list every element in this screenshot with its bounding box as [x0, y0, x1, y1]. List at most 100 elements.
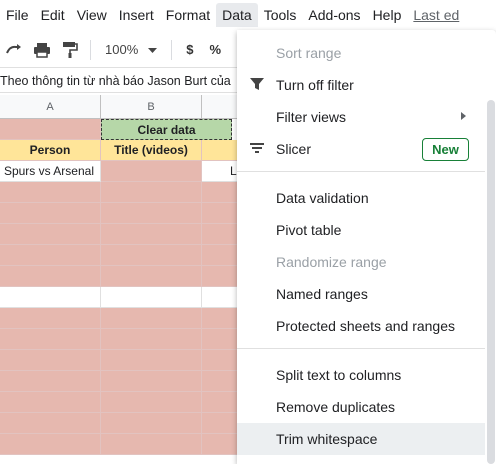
grid-cell[interactable] [202, 413, 242, 434]
grid-cell[interactable] [101, 266, 202, 287]
grid-cell[interactable] [202, 203, 242, 224]
grid-cell[interactable] [101, 434, 202, 455]
grid-cell[interactable] [0, 203, 101, 224]
clear-data-button[interactable]: Clear data [101, 119, 232, 140]
table-row [0, 245, 242, 266]
grid-cell[interactable] [0, 434, 101, 455]
grid-cell[interactable] [202, 182, 242, 203]
new-badge: New [422, 138, 469, 161]
table-row [0, 329, 242, 350]
grid-cell[interactable] [101, 413, 202, 434]
table-row [0, 203, 242, 224]
grid-cell[interactable] [202, 266, 242, 287]
menu-item-label: Split text to columns [276, 367, 402, 383]
grid-cell[interactable] [202, 308, 242, 329]
grid-cell[interactable] [202, 245, 242, 266]
table-row [0, 224, 242, 245]
grid-cell[interactable] [202, 224, 242, 245]
paint-format-icon[interactable] [56, 36, 84, 64]
grid-cell[interactable] [0, 182, 101, 203]
menu-item-named-ranges[interactable]: Named ranges [237, 278, 485, 310]
grid-cell[interactable] [0, 224, 101, 245]
percent-format-button[interactable]: % [201, 42, 229, 57]
grid-cell[interactable] [202, 287, 242, 308]
redo-icon[interactable] [0, 36, 28, 64]
menu-item-split-text[interactable]: Split text to columns [237, 359, 485, 391]
menu-item-randomize-range[interactable]: Randomize range [237, 246, 485, 278]
menu-edit[interactable]: Edit [35, 3, 71, 27]
grid-cell[interactable] [101, 287, 202, 308]
spreadsheet-window: File Edit View Insert Format Data Tools … [0, 0, 496, 464]
print-icon[interactable] [28, 36, 56, 64]
grid-cell[interactable] [0, 245, 101, 266]
grid-cell[interactable] [202, 371, 242, 392]
menu-item-trim-whitespace[interactable]: Trim whitespace [237, 423, 485, 455]
menu-item-label: Turn off filter [276, 77, 354, 93]
grid-cell[interactable] [0, 329, 101, 350]
grid-cell[interactable] [202, 140, 242, 161]
table-row [0, 266, 242, 287]
menu-item-pivot-table[interactable]: Pivot table [237, 214, 485, 246]
table-row [0, 392, 242, 413]
menubar: File Edit View Insert Format Data Tools … [0, 0, 496, 30]
grid-cell[interactable] [0, 287, 101, 308]
last-edit-link[interactable]: Last ed [407, 3, 465, 27]
header-person[interactable]: Person [0, 140, 101, 161]
menu-addons[interactable]: Add-ons [302, 3, 366, 27]
column-header-a[interactable]: A [0, 95, 101, 119]
column-header-b[interactable]: B [101, 95, 202, 119]
grid-cell[interactable] [202, 350, 242, 371]
menu-item-filter-views[interactable]: Filter views [237, 101, 485, 133]
grid-cell[interactable] [101, 245, 202, 266]
grid-cell[interactable] [0, 392, 101, 413]
grid-cell[interactable] [0, 119, 101, 140]
grid-cell[interactable] [0, 308, 101, 329]
grid-cell[interactable] [101, 329, 202, 350]
menu-file[interactable]: File [0, 3, 35, 27]
menu-item-label: Trim whitespace [276, 431, 378, 447]
menu-help[interactable]: Help [367, 3, 408, 27]
zoom-select[interactable]: 100% [97, 42, 165, 57]
table-row [0, 434, 242, 455]
table-row [0, 371, 242, 392]
menu-item-sort-range[interactable]: Sort range [237, 37, 485, 69]
menu-item-data-validation[interactable]: Data validation [237, 182, 485, 214]
menu-scrollbar[interactable] [487, 100, 495, 464]
grid-cell[interactable] [202, 329, 242, 350]
menu-item-protected-sheets[interactable]: Protected sheets and ranges [237, 310, 485, 342]
grid-cell[interactable]: L [202, 161, 242, 182]
menu-item-remove-duplicates[interactable]: Remove duplicates [237, 391, 485, 423]
grid-cell[interactable] [101, 161, 202, 182]
menu-view[interactable]: View [71, 3, 113, 27]
header-title[interactable]: Title (videos) [101, 140, 202, 161]
menu-item-label: Pivot table [276, 222, 342, 238]
menu-item-slicer[interactable]: Slicer New [237, 133, 485, 165]
menu-item-label: Filter views [276, 109, 347, 125]
grid-cell[interactable] [101, 392, 202, 413]
menu-item-label: Randomize range [276, 254, 387, 270]
grid-cell[interactable] [101, 203, 202, 224]
grid-cell[interactable] [0, 413, 101, 434]
menu-data[interactable]: Data [216, 3, 258, 27]
grid-cell[interactable] [101, 182, 202, 203]
grid-cell[interactable] [0, 266, 101, 287]
table-row [0, 350, 242, 371]
grid-cell[interactable] [101, 350, 202, 371]
menu-insert[interactable]: Insert [113, 3, 160, 27]
grid-cell[interactable] [202, 434, 242, 455]
menu-format[interactable]: Format [160, 3, 216, 27]
grid-cell[interactable] [0, 371, 101, 392]
grid-cell[interactable] [0, 350, 101, 371]
menu-item-label: Sort range [276, 45, 342, 61]
grid-cell[interactable] [202, 392, 242, 413]
menu-item-turn-off-filter[interactable]: Turn off filter [237, 69, 485, 101]
grid-cell-person[interactable]: Spurs vs Arsenal [0, 161, 101, 182]
currency-format-button[interactable]: $ [178, 42, 201, 57]
menu-divider [237, 171, 485, 172]
grid-cell[interactable] [101, 308, 202, 329]
grid-cell[interactable] [101, 371, 202, 392]
menu-tools[interactable]: Tools [258, 3, 303, 27]
table-row [0, 308, 242, 329]
grid-cell[interactable] [101, 224, 202, 245]
column-header-c[interactable] [202, 95, 242, 119]
